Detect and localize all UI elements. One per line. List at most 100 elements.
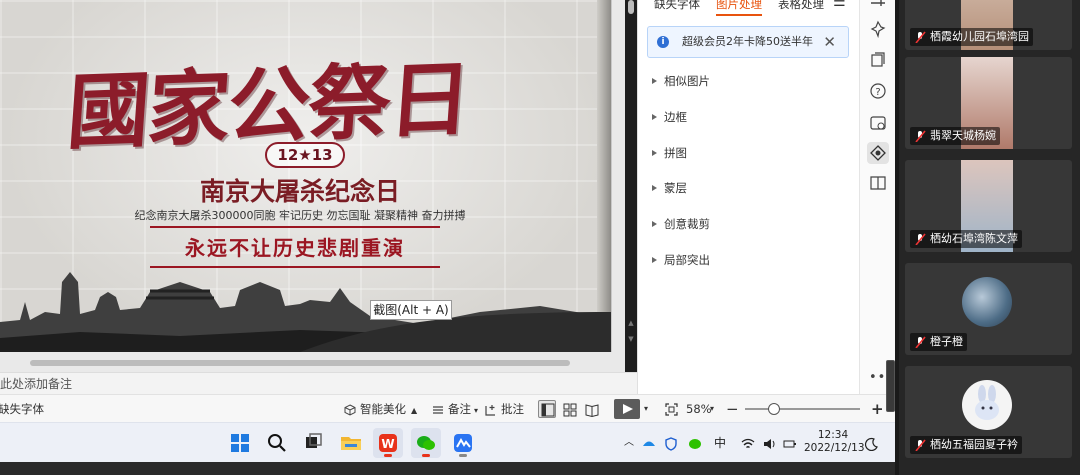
- windows-start-icon[interactable]: [225, 428, 255, 458]
- notes-label: 备注: [448, 402, 471, 416]
- participant-name: 栖幼石埠湾陈文萍: [910, 230, 1022, 248]
- accordion-local-highlight[interactable]: 局部突出: [638, 249, 860, 271]
- system-clock[interactable]: 12:34 2022/12/13: [804, 429, 865, 455]
- tencent-meeting-icon[interactable]: [448, 428, 478, 458]
- missing-font-status[interactable]: 缺失字体: [0, 395, 44, 423]
- accordion-label: 局部突出: [664, 253, 710, 267]
- participant-tile[interactable]: 栖幼石埠湾陈文萍: [905, 160, 1072, 252]
- image-settings-icon[interactable]: [867, 112, 889, 134]
- bunny-avatar-icon: [975, 385, 999, 420]
- caret-right-icon: [652, 114, 657, 120]
- accordion-border[interactable]: 边框: [638, 106, 860, 128]
- tab-image-processing[interactable]: 图片处理: [716, 0, 762, 16]
- zoom-slider-knob[interactable]: [768, 403, 780, 415]
- accordion-mask[interactable]: 蒙层: [638, 177, 860, 199]
- notifications-icon[interactable]: [864, 423, 879, 463]
- sorter-view-button[interactable]: [560, 400, 578, 418]
- city-skyline-illustration: [0, 272, 611, 352]
- participant-name: 栖霞幼儿园石埠湾园: [910, 28, 1033, 46]
- slide-subtitle: 南京大屠杀纪念日: [199, 177, 400, 206]
- scroll-up-icon[interactable]: ▲: [626, 318, 636, 328]
- adjust-icon[interactable]: [867, 0, 889, 14]
- panel-divider: [895, 0, 899, 475]
- volume-icon[interactable]: [762, 423, 776, 463]
- pin-icon[interactable]: [867, 18, 889, 40]
- mic-muted-icon: [915, 31, 926, 43]
- zoom-level[interactable]: 58%: [686, 395, 712, 423]
- close-icon[interactable]: ✕: [823, 27, 836, 57]
- horizontal-scrollbar[interactable]: [0, 358, 612, 368]
- search-icon[interactable]: [262, 428, 292, 458]
- svg-text:?: ?: [875, 87, 880, 98]
- play-options-caret-icon[interactable]: ▾: [644, 395, 648, 423]
- svg-text:W: W: [381, 437, 394, 451]
- mic-muted-icon: [915, 130, 926, 142]
- help-icon[interactable]: ?: [867, 80, 889, 102]
- accordion-creative-crop[interactable]: 创意裁剪: [638, 213, 860, 235]
- zoom-caret-icon[interactable]: ▾: [710, 395, 714, 423]
- copy-format-icon[interactable]: [867, 50, 889, 72]
- status-bar: 缺失字体 智能美化 ▲ 备注 ▾ 批注 ▾ 58% ▾ − +: [0, 394, 895, 422]
- zoom-slider[interactable]: [745, 408, 860, 410]
- screenshot-tooltip: 截图(Alt + A): [370, 300, 452, 320]
- scroll-thumb[interactable]: [628, 0, 634, 14]
- tray-app-icon[interactable]: [642, 423, 656, 463]
- accordion-collage[interactable]: 拼图: [638, 142, 860, 164]
- normal-view-button[interactable]: [538, 400, 556, 418]
- accordion-similar-images[interactable]: 相似图片: [638, 70, 860, 92]
- book-icon: [585, 404, 599, 418]
- caret-icon: ▾: [474, 406, 479, 415]
- wechat-icon[interactable]: [411, 428, 441, 458]
- zoom-out-button[interactable]: −: [726, 395, 739, 423]
- slide[interactable]: 國家公祭日 12★13 南京大屠杀纪念日 纪念南京大屠杀300000同胞 牢记历…: [0, 0, 612, 352]
- tab-table-processing[interactable]: 表格处理: [778, 0, 824, 16]
- caret-right-icon: [652, 150, 657, 156]
- accordion-label: 蒙层: [664, 181, 687, 195]
- menu-icon[interactable]: ☰: [833, 0, 846, 14]
- zoom-in-button[interactable]: +: [871, 395, 884, 423]
- active-indicator: [459, 454, 467, 457]
- fit-window-icon: [665, 403, 678, 416]
- notes-icon: [433, 405, 443, 414]
- accordion-label: 相似图片: [664, 74, 710, 88]
- caret-right-icon: [652, 185, 657, 191]
- vertical-scrollbar[interactable]: ▲ ▼: [626, 0, 636, 360]
- comment-label: 批注: [501, 402, 524, 416]
- input-language[interactable]: 中: [714, 423, 726, 463]
- notes-button[interactable]: 备注 ▾: [432, 395, 478, 423]
- play-slideshow-button[interactable]: [614, 399, 640, 419]
- tray-wechat-icon[interactable]: [688, 423, 702, 463]
- mic-muted-icon: [915, 233, 926, 245]
- participant-tile[interactable]: 栖幼五福园夏子衿: [905, 366, 1072, 458]
- tray-expand-icon[interactable]: ︿: [624, 423, 634, 463]
- tab-missing-font[interactable]: 缺失字体: [654, 0, 700, 16]
- panel-collapse-handle[interactable]: [886, 360, 895, 412]
- wifi-icon[interactable]: [741, 423, 755, 463]
- participant-tile[interactable]: 翡翠天城杨婉: [905, 57, 1072, 149]
- scroll-down-icon[interactable]: ▼: [626, 334, 636, 344]
- battery-icon[interactable]: [783, 423, 797, 463]
- fit-window-button[interactable]: [665, 395, 682, 423]
- reading-view-button[interactable]: [582, 400, 600, 418]
- notes-placeholder[interactable]: 击此处添加备注: [0, 377, 72, 391]
- grid-view-icon: [563, 403, 577, 417]
- slide-canvas-area[interactable]: 國家公祭日 12★13 南京大屠杀纪念日 纪念南京大屠杀300000同胞 牢记历…: [0, 0, 625, 372]
- mic-muted-icon: [915, 336, 926, 348]
- wps-office-icon[interactable]: W: [373, 428, 403, 458]
- info-icon: i: [657, 36, 669, 48]
- comment-button[interactable]: 批注: [485, 395, 524, 423]
- file-explorer-icon[interactable]: [336, 428, 366, 458]
- image-processing-icon[interactable]: [867, 142, 889, 164]
- book-panel-icon[interactable]: [867, 172, 889, 194]
- side-tool-strip: ? •••: [859, 0, 895, 394]
- promo-notice[interactable]: i 超级会员2年卡降50送半年 ✕: [647, 26, 849, 58]
- image-processing-pane: 缺失字体 图片处理 表格处理 ☰ i 超级会员2年卡降50送半年 ✕ 相似图片 …: [637, 0, 859, 394]
- cube-icon: [344, 403, 356, 416]
- task-view-icon[interactable]: [298, 428, 328, 458]
- participant-tile[interactable]: 栖霞幼儿园石埠湾园: [905, 0, 1072, 50]
- smart-beautify-button[interactable]: 智能美化 ▲: [344, 395, 417, 423]
- tray-security-icon[interactable]: [664, 423, 678, 463]
- pane-tabs: 缺失字体 图片处理 表格处理 ☰: [638, 0, 860, 18]
- scroll-thumb[interactable]: [30, 360, 570, 366]
- participant-tile[interactable]: 橙子橙: [905, 263, 1072, 355]
